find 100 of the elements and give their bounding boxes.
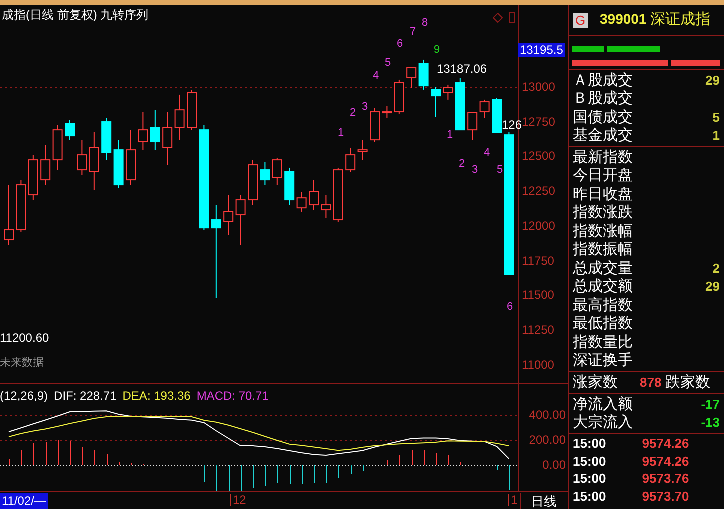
candle <box>28 154 38 201</box>
field-value: -13 <box>701 416 720 430</box>
dif-value: : 228.71 <box>73 390 117 402</box>
candle <box>358 140 368 161</box>
tick-time: 15:00 <box>573 437 606 450</box>
candle <box>284 167 295 206</box>
count-label: 1 <box>338 128 344 139</box>
candle <box>187 89 197 131</box>
count-label: 5 <box>385 58 392 69</box>
field-value: -17 <box>701 398 720 411</box>
candle <box>346 147 356 172</box>
count-label: 3 <box>472 165 478 176</box>
candle <box>333 167 344 222</box>
field-label: 涨家数 <box>573 375 618 390</box>
axis-label: 13000 <box>522 81 556 94</box>
field-value: 5 <box>712 110 720 124</box>
tick-price: 9574.26 <box>642 437 690 450</box>
candle <box>296 191 307 212</box>
candle <box>40 144 51 186</box>
candle <box>102 118 112 161</box>
count-label: 7 <box>410 27 416 38</box>
candle <box>16 180 26 232</box>
axis-label: 11750 <box>522 254 554 267</box>
candle <box>174 94 185 141</box>
macd-params: (12,26,9) <box>0 390 48 402</box>
candle <box>77 140 88 176</box>
window-icon[interactable] <box>509 12 515 23</box>
field-label: 净流入额 <box>573 396 633 412</box>
field-label: 大宗流入 <box>573 415 633 430</box>
field-label: 总成交额 <box>573 279 633 294</box>
date-label: 11/02/— <box>0 493 48 509</box>
count-label: 5 <box>497 165 504 176</box>
count-label: 4 <box>484 148 490 159</box>
field-label: 最高指数 <box>573 298 633 313</box>
field-label: 指数涨幅 <box>573 224 633 239</box>
field-value: 29 <box>706 280 720 294</box>
axis-label: 11250 <box>522 324 554 336</box>
price-label: 13187.06 <box>437 63 488 75</box>
ratio-bar <box>671 60 720 66</box>
logo-icon: G <box>573 12 588 28</box>
month-label: 12 <box>230 494 246 506</box>
candle <box>394 79 404 114</box>
candle <box>162 112 173 166</box>
field-label: 深证换手 <box>573 353 633 368</box>
diamond-icon[interactable] <box>493 13 503 23</box>
candle <box>65 120 75 141</box>
field-value: 2 <box>712 262 720 275</box>
field-value: 878 <box>640 376 662 389</box>
future-data-label: 未来数据 <box>0 358 44 369</box>
count-label: 2 <box>459 159 466 170</box>
candle <box>468 112 478 141</box>
field-label: 跌家数 <box>666 375 711 390</box>
candle <box>89 132 100 191</box>
candle <box>126 130 136 186</box>
period-label: 日线 <box>520 493 568 509</box>
tick-price: 9573.70 <box>642 490 690 503</box>
count-label: 8 <box>422 18 428 29</box>
dea-value: : 193.36 <box>147 390 191 402</box>
tick-time: 15:00 <box>573 454 606 468</box>
axis-label: 0.00 <box>542 459 566 471</box>
field-label: 基金成交 <box>573 128 633 144</box>
macd-value: MACD: 70.71 <box>196 390 269 402</box>
candle <box>248 160 258 206</box>
candle <box>236 194 246 246</box>
count-label: 6 <box>507 302 514 313</box>
price-label: 11200.60 <box>0 332 50 344</box>
field-label: 最低指数 <box>573 316 633 332</box>
field-label: 昨日收盘 <box>573 186 633 202</box>
count-label: 9 <box>434 45 440 56</box>
candle <box>370 108 380 143</box>
axis-label: 400.00 <box>528 409 566 421</box>
ratio-bar <box>607 46 660 52</box>
axis-label: 200.00 <box>528 434 566 446</box>
price-label: 126 <box>502 119 522 131</box>
count-label: 1 <box>447 130 454 141</box>
field-label: 指数量比 <box>573 334 633 350</box>
candle <box>224 194 234 236</box>
candle <box>418 59 429 90</box>
field-label: 指数涨跌 <box>573 205 633 220</box>
count-label: 4 <box>373 71 380 82</box>
chart-title: 成指(日线 前复权) 九转序列 <box>2 9 149 21</box>
field-label: 今日开盘 <box>573 168 633 184</box>
candle <box>406 68 417 89</box>
candle <box>260 162 270 186</box>
field-label: 指数振幅 <box>573 242 633 258</box>
candle <box>431 86 441 118</box>
candle <box>4 184 14 246</box>
legend-label: DEA <box>122 390 148 402</box>
legend-label: DIF <box>54 390 74 402</box>
count-label: 3 <box>362 102 368 113</box>
count-label: 6 <box>397 39 404 50</box>
candle <box>150 110 160 151</box>
field-label: 国债成交 <box>573 110 633 125</box>
candle <box>138 112 148 151</box>
month-label: 1 <box>508 494 518 506</box>
candle <box>492 98 502 134</box>
ratio-bar <box>572 46 604 52</box>
field-label: 最新指数 <box>573 150 633 165</box>
field-label: 总成交量 <box>573 260 633 276</box>
axis-label: 12500 <box>522 150 556 162</box>
